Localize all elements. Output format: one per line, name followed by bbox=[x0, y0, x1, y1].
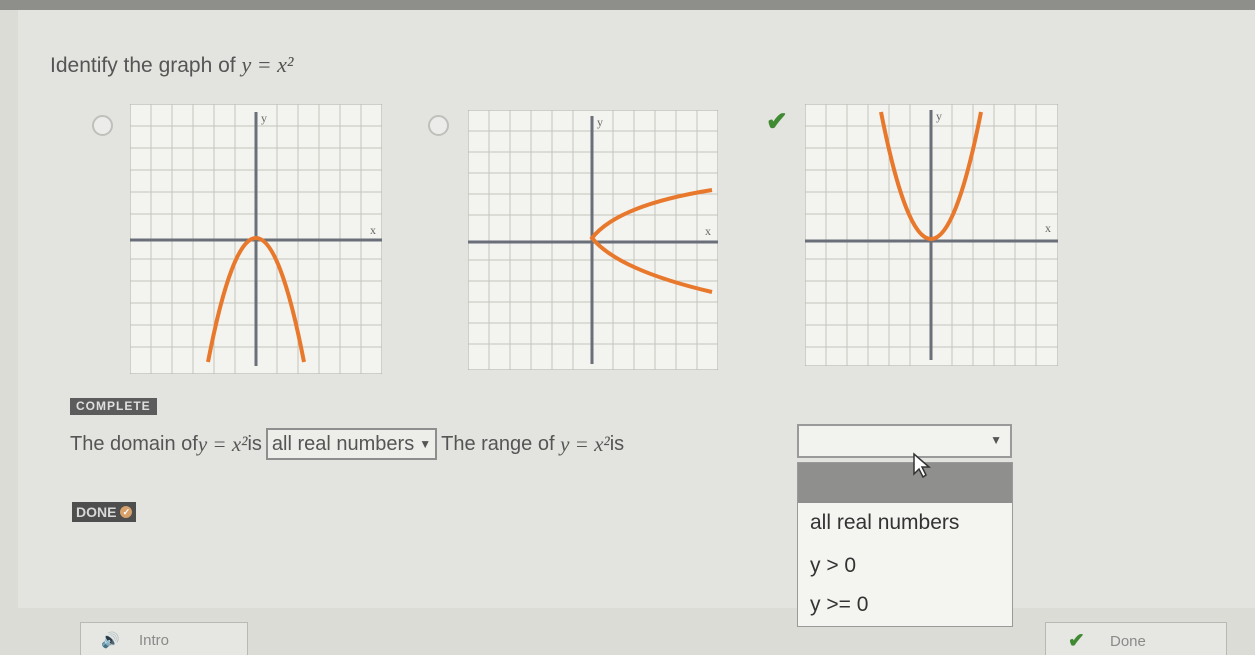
dropdown-highlight-empty-option[interactable] bbox=[798, 463, 1012, 503]
graph-option-b[interactable]: x y bbox=[468, 110, 718, 370]
chevron-down-icon: ▼ bbox=[419, 437, 432, 451]
done-badge: DONE ✓ bbox=[72, 502, 137, 522]
question-text: Identify the graph of y = x² bbox=[50, 52, 294, 77]
axis-y-label: y bbox=[936, 109, 942, 123]
axis-x-label: x bbox=[705, 224, 711, 238]
axis-y-label: y bbox=[261, 111, 267, 125]
answer-b-radio[interactable] bbox=[428, 115, 449, 136]
dropdown-option-all-real-numbers[interactable]: all real numbers bbox=[810, 511, 959, 535]
answer-a-radio[interactable] bbox=[92, 115, 113, 136]
done-status-icon: ✓ bbox=[120, 506, 133, 518]
axis-y-label: y bbox=[597, 115, 603, 129]
check-icon: ✔ bbox=[1068, 630, 1085, 652]
range-select[interactable]: ▼ bbox=[797, 424, 1012, 458]
chevron-down-icon: ▼ bbox=[990, 433, 1002, 447]
complete-badge: COMPLETE bbox=[70, 398, 157, 415]
correct-check-icon: ✔ bbox=[766, 106, 788, 136]
graph-option-c[interactable]: x y bbox=[805, 104, 1058, 366]
speaker-icon: 🔊 bbox=[101, 632, 120, 649]
dropdown-option-y-greater-equal-0[interactable]: y >= 0 bbox=[810, 593, 868, 617]
dropdown-option-y-greater-than-0[interactable]: y > 0 bbox=[810, 554, 856, 578]
range-dropdown-menu: all real numbers y > 0 y >= 0 bbox=[797, 462, 1013, 627]
domain-select[interactable]: all real numbers ▼ bbox=[265, 428, 438, 460]
domain-range-sentence: The domain of y = x² is all real numbers… bbox=[70, 428, 624, 460]
top-bar bbox=[0, 0, 1255, 10]
axis-x-label: x bbox=[1045, 221, 1051, 235]
intro-button[interactable]: 🔊 Intro bbox=[80, 622, 248, 655]
mouse-cursor-icon bbox=[913, 452, 932, 478]
graph-option-a[interactable]: x y bbox=[130, 104, 382, 374]
axis-x-label: x bbox=[370, 223, 376, 237]
done-button[interactable]: ✔ Done bbox=[1045, 622, 1227, 655]
